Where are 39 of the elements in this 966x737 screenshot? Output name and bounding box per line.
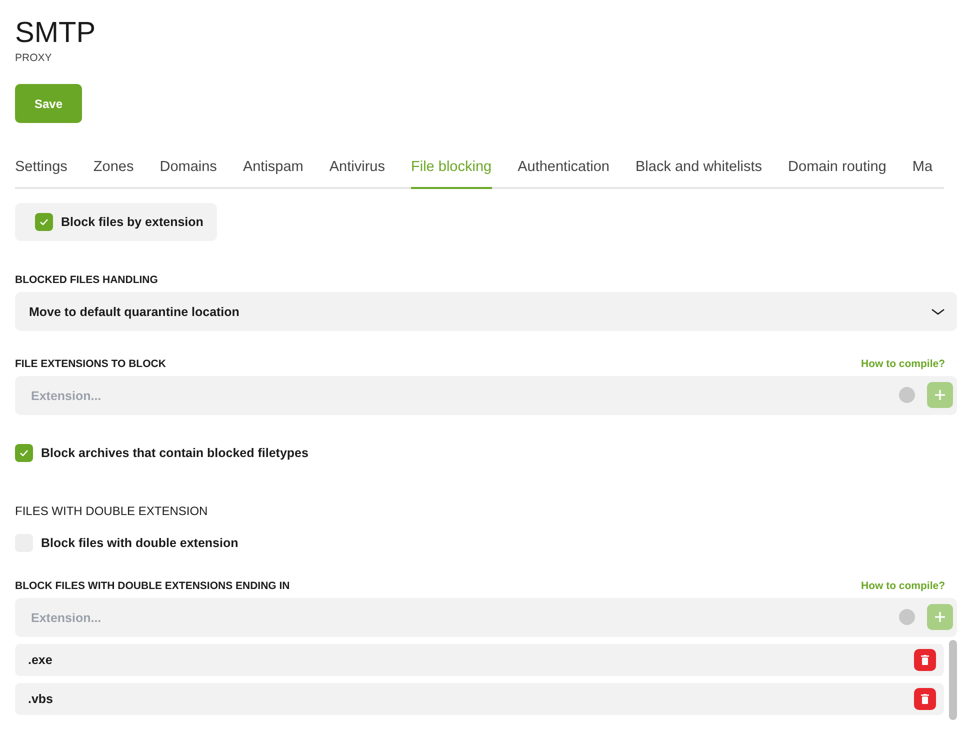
tab[interactable]: Domain routing	[788, 159, 886, 189]
trash-icon	[921, 694, 929, 704]
tab[interactable]: Settings	[15, 159, 68, 189]
trash-icon	[921, 655, 929, 665]
dropdown-value: Move to default quarantine location	[29, 304, 240, 318]
scrollbar[interactable]	[949, 640, 957, 720]
tab[interactable]: Domains	[160, 159, 217, 189]
check-icon	[19, 448, 29, 458]
chevron-down-icon	[931, 308, 945, 316]
tab[interactable]: Black and whitelists	[636, 159, 762, 189]
checkbox-label: Block archives that contain blocked filetypes	[41, 446, 308, 460]
tab[interactable]: Antispam	[242, 159, 304, 189]
page-subtitle: PROXY	[15, 52, 53, 64]
tab[interactable]: Ma	[912, 159, 933, 189]
field-label: FILE EXTENSIONS TO BLOCK	[15, 358, 166, 370]
field-label: BLOCKED FILES HANDLING	[15, 274, 158, 286]
page-title: SMTP	[15, 16, 97, 50]
checkbox[interactable]	[15, 444, 33, 462]
checkbox[interactable]	[35, 213, 53, 231]
extension-input-field[interactable]: Extension...	[15, 598, 957, 637]
field-label: BLOCK FILES WITH DOUBLE EXTENSIONS ENDING IN	[15, 580, 290, 592]
add-button[interactable]	[927, 604, 953, 630]
extension-input-field[interactable]: Extension...	[15, 376, 957, 415]
plus-icon	[934, 389, 946, 401]
tab[interactable]: Antivirus	[329, 159, 385, 189]
checkbox-label: Block files with double extension	[41, 536, 238, 550]
dropdown[interactable]: Move to default quarantine location	[15, 292, 957, 331]
tab[interactable]: Zones	[93, 159, 134, 189]
plus-icon	[934, 611, 946, 623]
extension-text: .exe	[28, 653, 52, 667]
extension-text: .vbs	[28, 692, 54, 706]
add-button[interactable]	[927, 382, 953, 408]
delete-button[interactable]	[914, 649, 936, 671]
delete-button[interactable]	[914, 688, 936, 710]
check-icon	[39, 217, 49, 227]
checkbox-label: Block files by extension	[61, 215, 204, 229]
checkbox-card[interactable]: Block files by extension	[15, 203, 218, 241]
section-heading: FILES WITH DOUBLE EXTENSION	[15, 504, 209, 518]
tab[interactable]: Authentication	[518, 159, 610, 189]
